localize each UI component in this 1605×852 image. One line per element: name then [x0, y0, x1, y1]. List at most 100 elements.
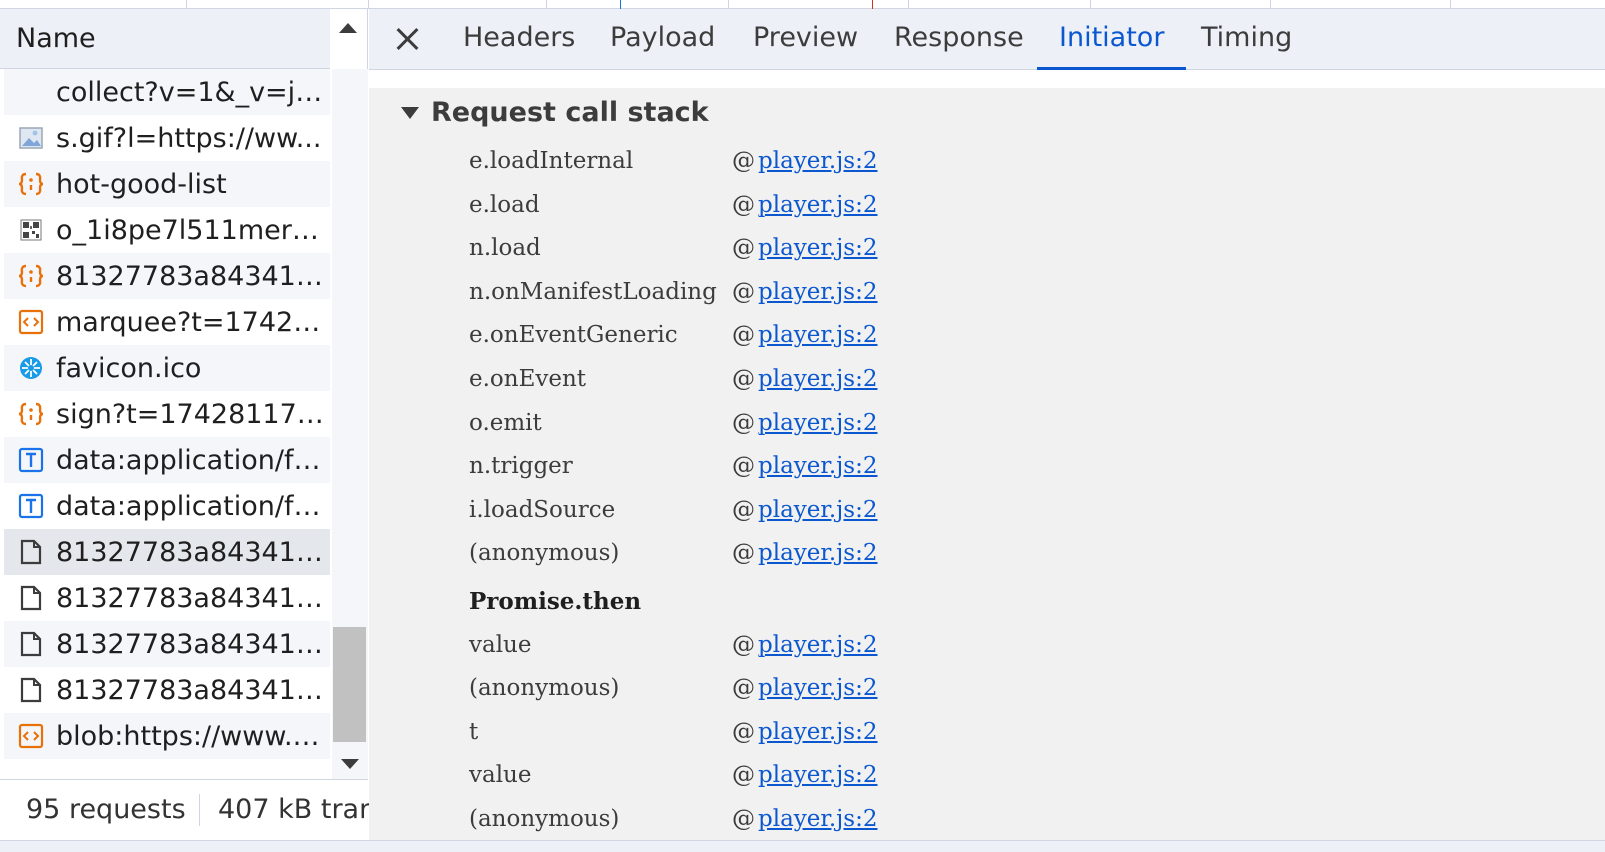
request-row[interactable]: sign?t=174281170...: [4, 391, 330, 437]
image-icon: [18, 125, 44, 151]
frame-at-sign: @: [732, 148, 755, 174]
request-name: 81327783a84341a...: [56, 260, 324, 292]
timeline-overview[interactable]: [0, 0, 1605, 9]
tab-initiator[interactable]: Initiator: [1036, 9, 1187, 70]
stack-frame: e.onEvent @ player.js:2: [469, 359, 878, 399]
document-icon: [18, 539, 44, 565]
frame-function: n.trigger: [469, 453, 573, 480]
tab-timing[interactable]: Timing: [1201, 9, 1292, 70]
request-name: collect?v=1&_v=j1...: [56, 76, 324, 108]
request-name: 81327783a84341a...: [56, 674, 324, 706]
scroll-up-icon[interactable]: [339, 23, 357, 33]
frame-at-sign: @: [732, 366, 755, 392]
request-list-panel: Name collect?v=1&_v=j1... s.gif?l=https:/…: [0, 9, 376, 840]
frame-function: e.load: [469, 191, 540, 218]
request-row[interactable]: data:application/fo...: [4, 483, 330, 529]
frame-source-link[interactable]: player.js:2: [758, 719, 878, 745]
request-row[interactable]: 81327783a84341a...: [4, 667, 330, 713]
document-icon: [18, 631, 44, 657]
script-brackets-icon: [18, 723, 44, 749]
network-summary-bar: 95 requests 407 kB tran: [0, 779, 376, 840]
stack-frame: value @ player.js:2: [469, 625, 878, 665]
frame-source-link[interactable]: player.js:2: [758, 192, 878, 218]
frame-at-sign: @: [732, 762, 755, 789]
request-name: favicon.ico: [56, 352, 202, 384]
frame-source-link[interactable]: player.js:2: [758, 806, 878, 832]
stack-frame: e.onEventGeneric @ player.js:2: [469, 315, 878, 355]
request-row[interactable]: blob:https://www.l...: [4, 713, 330, 759]
request-list-scrollbar[interactable]: [332, 69, 368, 779]
frame-at-sign: @: [732, 806, 755, 832]
frame-function: i.loadSource: [469, 496, 616, 523]
frame-function: n.onManifestLoading: [469, 278, 717, 305]
request-name: 81327783a84341a...: [56, 536, 324, 568]
frame-at-sign: @: [732, 191, 755, 218]
stack-frame: i.loadSource @ player.js:2: [469, 490, 878, 530]
frame-at-sign: @: [732, 278, 755, 305]
scroll-down-icon[interactable]: [341, 759, 359, 769]
frame-source-link[interactable]: player.js:2: [758, 148, 878, 174]
request-row[interactable]: marquee?t=17428...: [4, 299, 330, 345]
request-row[interactable]: collect?v=1&_v=j1...: [4, 69, 330, 115]
close-icon[interactable]: [393, 25, 421, 53]
script-brackets-icon: [18, 309, 44, 335]
scrollbar-thumb[interactable]: [333, 627, 366, 742]
frame-source-link[interactable]: player.js:2: [758, 540, 878, 566]
frame-source-link[interactable]: player.js:2: [758, 453, 878, 479]
frame-function: value: [469, 762, 532, 789]
json-braces-icon: [18, 401, 44, 427]
request-name: s.gif?l=https://ww...: [56, 122, 322, 154]
frame-function: value: [469, 631, 532, 658]
name-column-header[interactable]: Name: [0, 9, 330, 69]
frame-source-link[interactable]: player.js:2: [758, 322, 878, 348]
request-name: data:application/fo...: [56, 490, 324, 522]
frame-source-link[interactable]: player.js:2: [758, 675, 878, 701]
detail-tabbar: Headers Payload Preview Response Initiat…: [369, 9, 1605, 70]
frame-source-link[interactable]: player.js:2: [758, 366, 878, 392]
frame-function: (anonymous): [469, 806, 620, 832]
request-detail-panel: Headers Payload Preview Response Initiat…: [369, 9, 1605, 840]
tab-payload[interactable]: Payload: [610, 9, 715, 70]
request-name: sign?t=174281170...: [56, 398, 324, 430]
frame-function: t: [469, 718, 479, 745]
request-row[interactable]: s.gif?l=https://ww...: [4, 115, 330, 161]
tab-preview[interactable]: Preview: [753, 9, 858, 70]
frame-at-sign: @: [732, 631, 755, 658]
request-row[interactable]: favicon.ico: [4, 345, 330, 391]
frame-at-sign: @: [732, 540, 755, 567]
request-row[interactable]: 81327783a84341a...: [4, 529, 330, 575]
stack-frame: (anonymous) @ player.js:2: [469, 668, 878, 708]
frame-source-link[interactable]: player.js:2: [758, 497, 878, 523]
json-braces-icon: [18, 171, 44, 197]
request-count: 95 requests: [26, 794, 186, 825]
blank-icon: [18, 79, 44, 105]
drawer-edge: [0, 840, 1605, 852]
request-row[interactable]: o_1i8pe7l511mer9...: [4, 207, 330, 253]
stack-frame: (anonymous) @ player.js:2: [469, 533, 878, 573]
frame-source-link[interactable]: player.js:2: [758, 279, 878, 305]
expand-triangle-icon[interactable]: [401, 106, 419, 119]
tab-headers[interactable]: Headers: [463, 9, 575, 70]
request-row[interactable]: 81327783a84341a...: [4, 621, 330, 667]
document-icon: [18, 677, 44, 703]
stack-frame: n.load @ player.js:2: [469, 228, 878, 268]
transferred-size: 407 kB tran: [218, 794, 377, 825]
frame-source-link[interactable]: player.js:2: [758, 762, 878, 788]
content-spacer: [369, 70, 1605, 88]
font-icon: [18, 447, 44, 473]
stack-frame: e.loadInternal @ player.js:2: [469, 141, 878, 181]
request-row[interactable]: data:application/fo...: [4, 437, 330, 483]
request-row[interactable]: hot-good-list: [4, 161, 330, 207]
status-divider: [199, 794, 200, 826]
stack-frame: (anonymous) @ player.js:2: [469, 799, 878, 839]
frame-source-link[interactable]: player.js:2: [758, 235, 878, 261]
stack-frame: n.trigger @ player.js:2: [469, 446, 878, 486]
frame-function: e.onEvent: [469, 366, 587, 392]
request-row[interactable]: 81327783a84341a...: [4, 253, 330, 299]
frame-source-link[interactable]: player.js:2: [758, 410, 878, 436]
tab-response[interactable]: Response: [894, 9, 1024, 70]
call-stack-section-header[interactable]: Request call stack: [401, 97, 709, 128]
frame-source-link[interactable]: player.js:2: [758, 632, 878, 658]
request-name: blob:https://www.l...: [56, 720, 324, 752]
request-row[interactable]: 81327783a84341a...: [4, 575, 330, 621]
